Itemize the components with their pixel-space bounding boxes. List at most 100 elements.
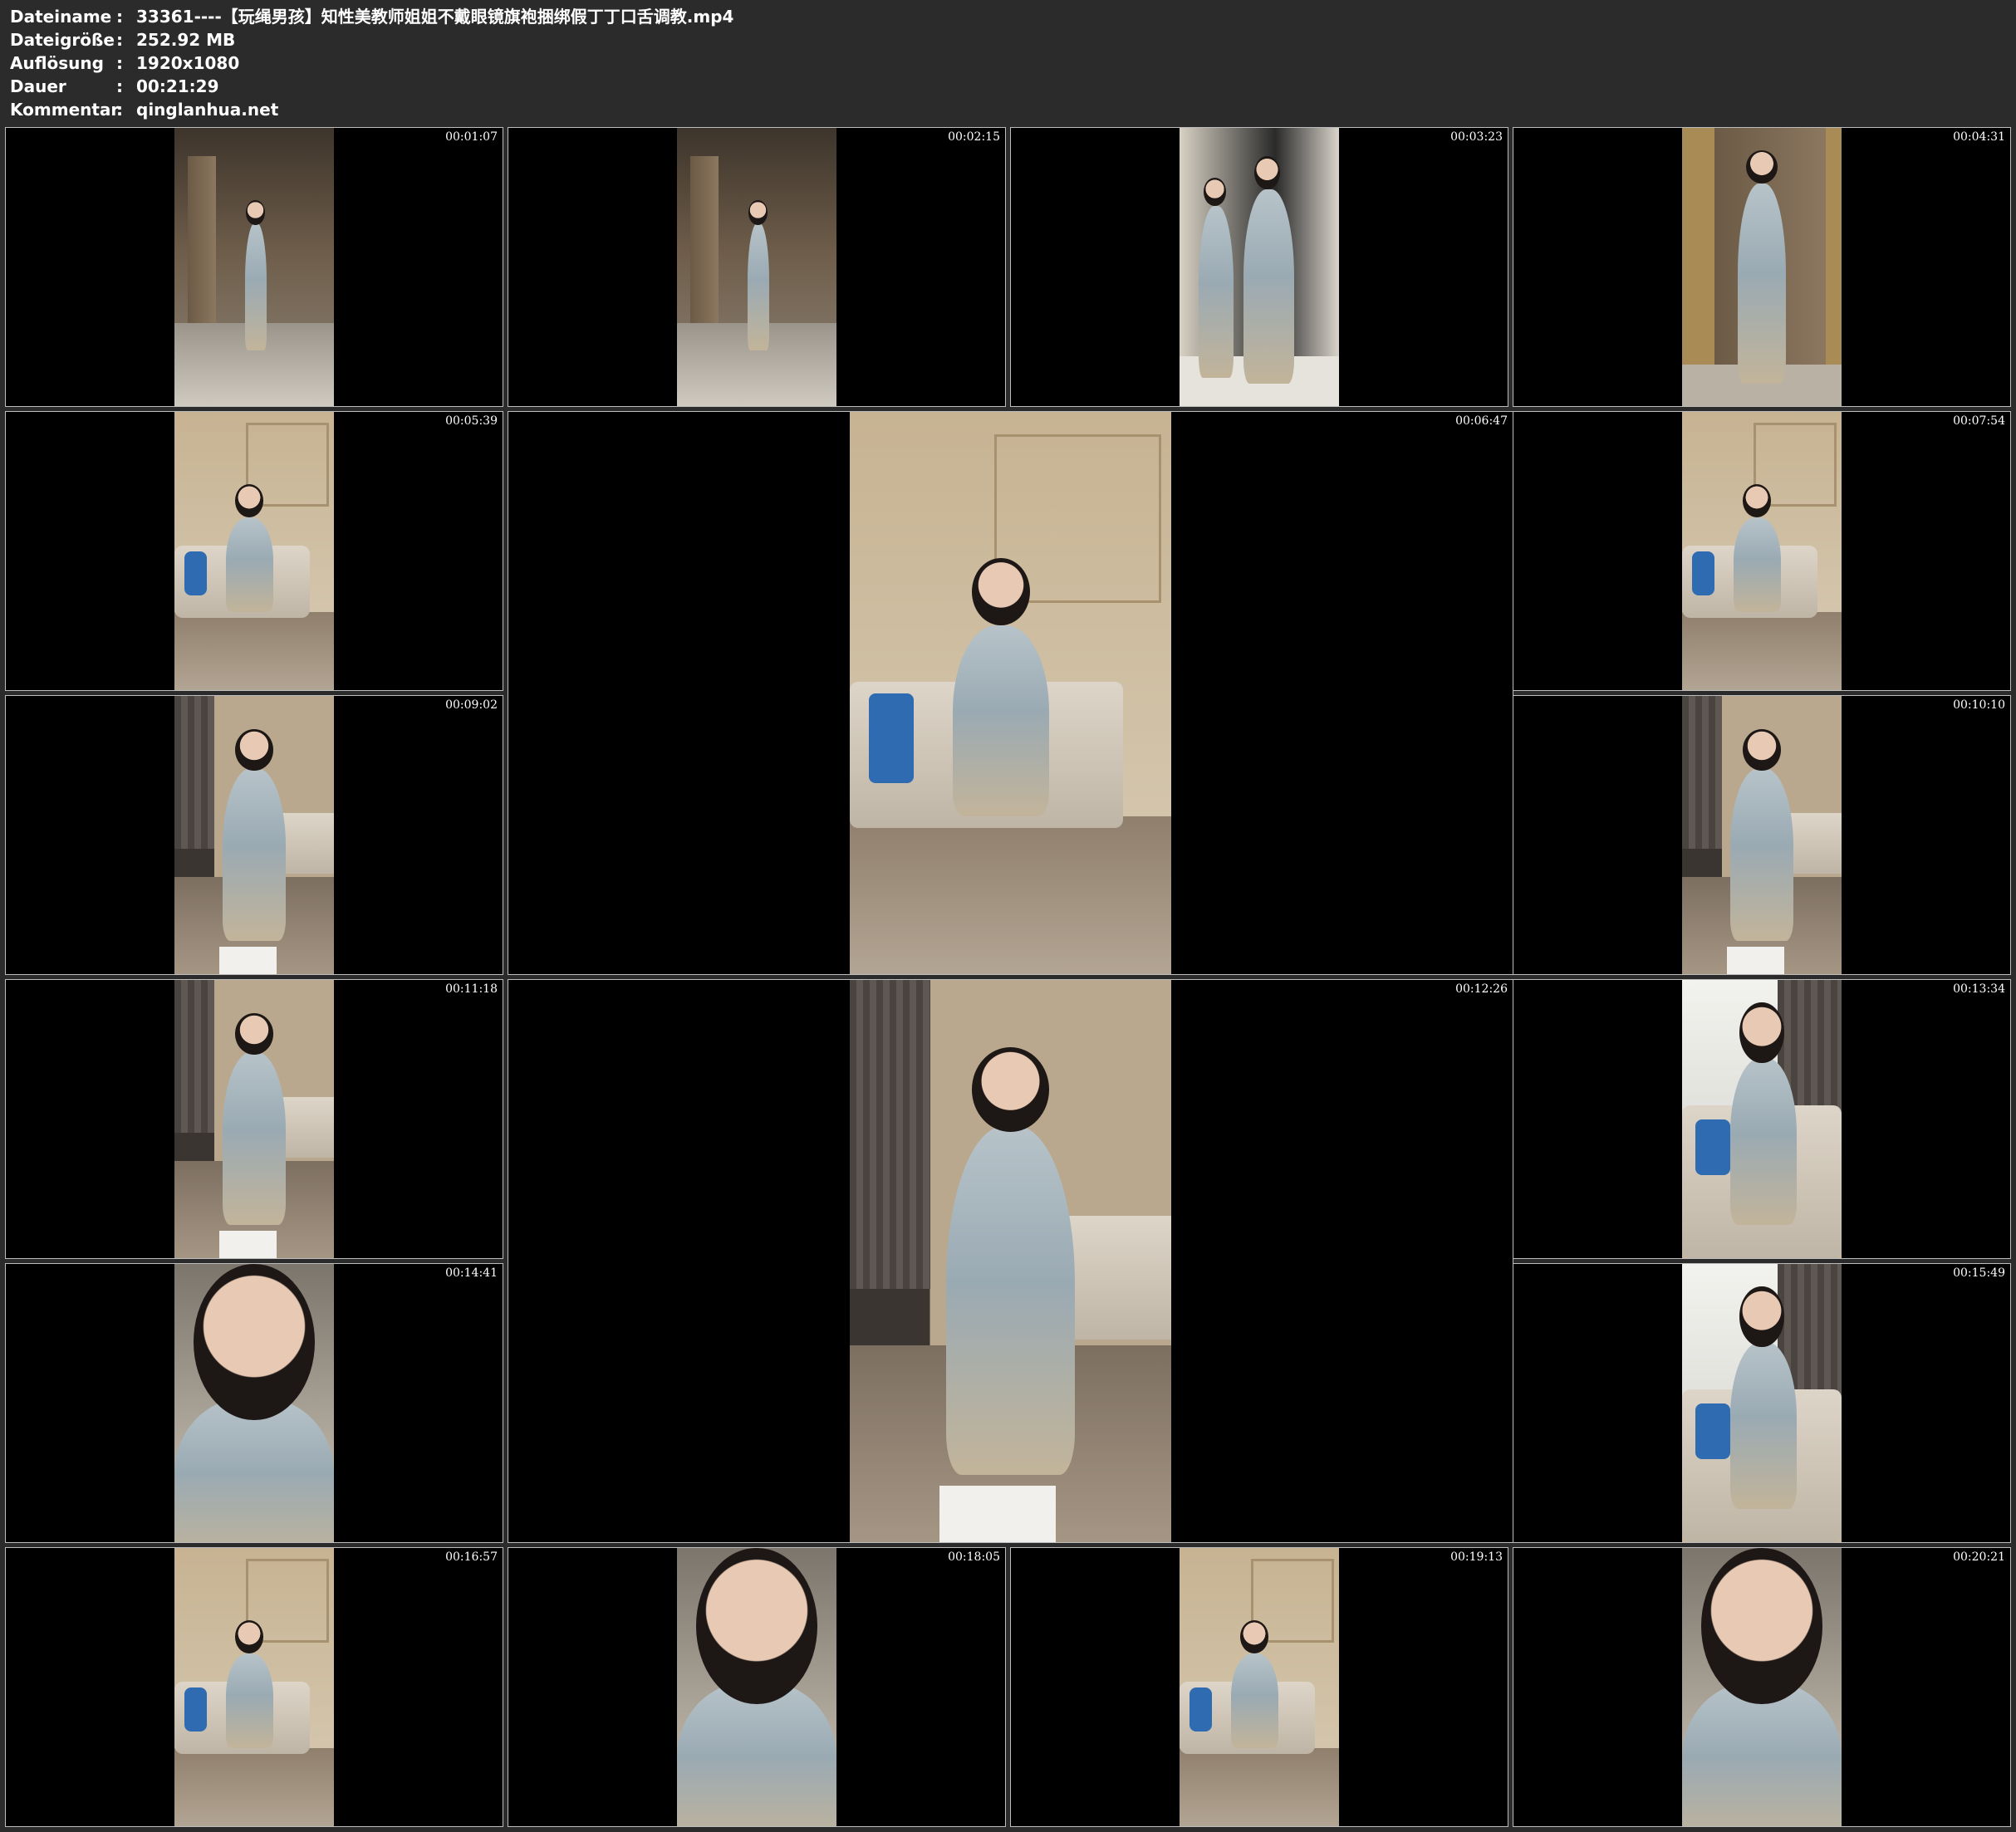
info-value: qinglanhua.net [136,100,279,120]
towel [1726,946,1784,974]
info-sep: : [116,53,123,73]
thumbnail-timestamp: 00:06:47 [1455,414,1508,428]
person-figure [747,222,770,350]
thumbnail-frame-image [1180,128,1339,406]
video-thumbnail[interactable]: 00:09:02 [5,695,503,975]
thumbnail-frame-image [1180,1548,1339,1826]
video-thumbnail[interactable]: 00:12:26 [508,979,1513,1543]
person-figure [225,1653,273,1749]
video-thumbnail[interactable]: 00:11:18 [5,979,503,1259]
thumbnail-timestamp: 00:13:34 [1953,982,2005,996]
video-thumbnail[interactable]: 00:19:13 [1010,1547,1508,1827]
pillow [184,551,207,596]
person-figure [1729,1341,1798,1509]
person-figure [1738,184,1786,385]
info-key: Auflösung [10,53,104,73]
info-key: Dateiname [10,7,112,27]
info-sep: : [116,76,123,96]
thumbnail-timestamp: 00:19:13 [1450,1550,1503,1564]
thumbnail-frame-image [174,128,334,406]
towel [939,1486,1056,1542]
pillow [1189,1687,1212,1732]
person-head [972,1047,1049,1132]
floor [850,816,1171,974]
thumbnail-frame-image [1682,696,1842,974]
thumbnail-timestamp: 00:01:07 [445,130,498,144]
video-thumbnail[interactable]: 00:02:15 [508,127,1006,407]
person-head [1745,149,1778,184]
person-figure [222,1052,287,1225]
thumbnail-frame-image [850,980,1171,1542]
video-thumbnail[interactable]: 00:07:54 [1513,411,2011,691]
video-thumbnail[interactable]: 00:15:49 [1513,1263,2011,1543]
video-thumbnail[interactable]: 00:04:31 [1513,127,2011,407]
person-figure [1733,517,1781,613]
thumbnail-timestamp: 00:16:57 [445,1550,498,1564]
video-thumbnail[interactable]: 00:14:41 [5,1263,503,1543]
person-head [1743,729,1781,771]
thumbnail-frame-image [174,1548,334,1826]
video-thumbnail[interactable]: 00:20:21 [1513,1547,2011,1827]
info-value: 33361----【玩绳男孩】知性美教师姐姐不戴眼镜旗袍捆绑假丁丁口舌调教.mp… [136,7,734,27]
floor [174,1748,334,1826]
person-figure [225,517,273,613]
thumbnail-timestamp: 00:14:41 [445,1266,498,1280]
person-head [972,558,1030,626]
video-thumbnail[interactable]: 00:13:34 [1513,979,2011,1259]
person-head [1204,178,1226,206]
person-head [748,200,768,226]
person-figure [952,625,1049,817]
thumbnail-frame-image [850,412,1171,974]
file-info-header: Dateiname : 33361----【玩绳男孩】知性美教师姐姐不戴眼镜旗袍… [10,5,733,121]
pillow [184,1687,207,1732]
person-head [235,1620,264,1654]
person-head [1739,1002,1784,1064]
person-head [235,1013,273,1056]
person-figure [946,1126,1075,1475]
towel [218,1230,277,1258]
thumbnail-timestamp: 00:20:21 [1953,1550,2005,1564]
person-figure [1230,1653,1278,1749]
info-row-resolution: Auflösung : 1920x1080 [10,51,733,75]
person-figure [222,768,287,941]
info-sep: : [116,30,123,50]
pillow [869,693,915,783]
info-row-comment: Kommentar : qinglanhua.net [10,98,733,121]
info-sep: : [116,100,123,120]
video-thumbnail[interactable]: 00:16:57 [5,1547,503,1827]
person-head [1240,1620,1269,1654]
thumbnail-timestamp: 00:18:05 [948,1550,1000,1564]
person-head [1254,155,1280,189]
curtain [174,696,215,850]
person-head [194,1264,315,1420]
thumbnail-timestamp: 00:12:26 [1455,982,1508,996]
thumbnail-frame-image [1682,128,1842,406]
video-thumbnail[interactable]: 00:18:05 [508,1547,1006,1827]
person-figure [244,222,267,350]
thumbnail-frame-image [174,412,334,690]
thumbnail-frame-image [174,696,334,974]
thumbnail-timestamp: 00:04:31 [1953,130,2005,144]
thumbnail-timestamp: 00:03:23 [1450,130,1503,144]
video-thumbnail[interactable]: 00:10:10 [1513,695,2011,975]
video-thumbnail[interactable]: 00:03:23 [1010,127,1508,407]
info-value: 00:21:29 [136,76,219,96]
floor [1180,1748,1339,1826]
info-key: Dateigröße [10,30,115,50]
door-panel [187,155,217,329]
pillow [1695,1119,1730,1175]
person-head [235,729,273,771]
curtain [174,980,215,1134]
info-row-filename: Dateiname : 33361----【玩绳男孩】知性美教师姐姐不戴眼镜旗袍… [10,5,733,28]
video-thumbnail[interactable]: 00:01:07 [5,127,503,407]
info-sep: : [116,7,123,27]
video-thumbnail[interactable]: 00:06:47 [508,411,1513,975]
pillow [1695,1403,1730,1459]
info-value: 252.92 MB [136,30,236,50]
video-thumbnail[interactable]: 00:05:39 [5,411,503,691]
person-figure [1729,1057,1798,1225]
person-head [246,200,266,226]
thumbnail-frame-image [174,980,334,1258]
thumbnail-frame-image [1682,1264,1842,1542]
thumbnail-timestamp: 00:07:54 [1953,414,2005,428]
